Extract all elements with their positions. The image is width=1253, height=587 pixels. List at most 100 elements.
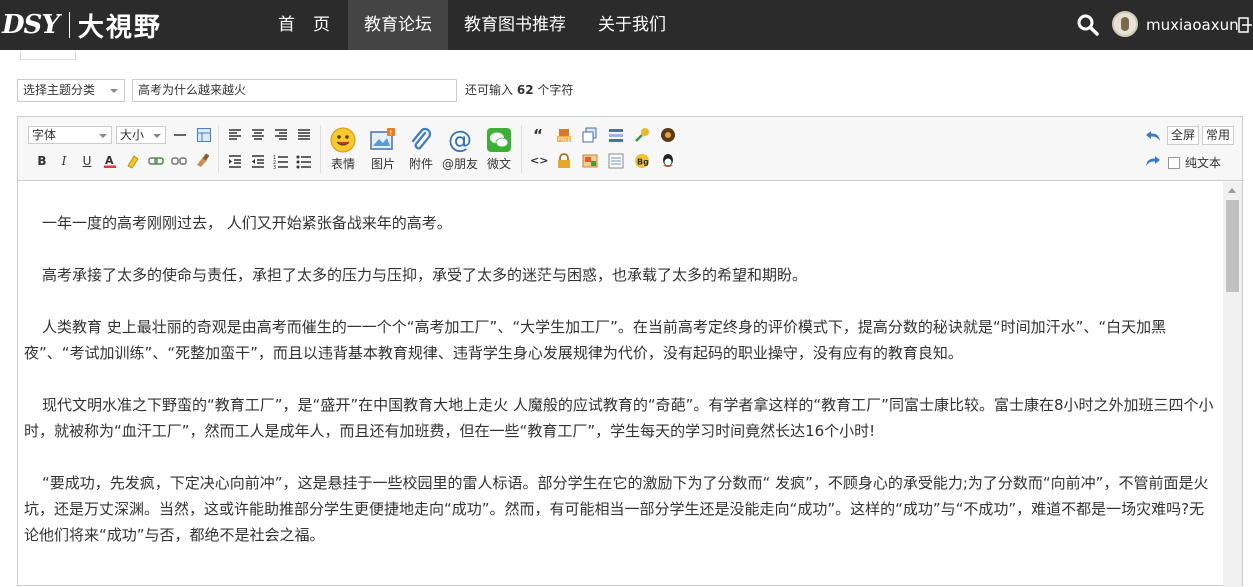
svg-text:!: ! [390, 129, 393, 137]
media-icon[interactable] [660, 127, 676, 143]
font-family-select[interactable]: 字体 [28, 126, 112, 144]
undo-icon[interactable] [1145, 128, 1161, 144]
font-size-label: 大小 [120, 128, 145, 142]
paperclip-icon [411, 127, 432, 150]
nav-item-forum[interactable]: 教育论坛 [348, 0, 448, 50]
emoji-label: 表情 [330, 157, 355, 171]
logo-chinese: 大視野 [77, 12, 162, 43]
scroll-up-icon[interactable] [1228, 188, 1236, 193]
wechat-icon [487, 128, 511, 152]
user-avatar[interactable] [1112, 11, 1138, 37]
category-select-label: 选择主题分类 [23, 83, 96, 97]
table-icon[interactable] [196, 127, 212, 143]
weixin-button[interactable]: 微文 [481, 127, 517, 172]
content-paragraph: 现代文明水准之下野蛮的“教育工厂”，是“盛开”在中国教育大地上走火 人魔般的应试… [24, 396, 1214, 440]
common-button[interactable]: 常用 [1202, 126, 1235, 145]
copy-icon[interactable] [582, 127, 598, 143]
redo-icon[interactable] [1145, 153, 1161, 169]
background-icon[interactable]: Bg [634, 153, 650, 169]
nav-item-about[interactable]: 关于我们 [582, 0, 682, 50]
free-icon[interactable]: FREE [556, 127, 572, 143]
highlight-icon[interactable] [125, 153, 141, 169]
align-left-icon[interactable] [227, 127, 243, 143]
content-paragraph: 高考承接了太多的使命与责任，承担了太多的压力与压抑，承受了太多的迷茫与困惑，也承… [42, 266, 808, 284]
content-paragraph: “要成功，先发疯，下定决心向前冲”，这是悬挂于一些校园里的雷人标语。部分学生在它… [24, 474, 1209, 544]
image-button[interactable]: ! 图片 [365, 127, 401, 172]
chevron-down-icon [110, 89, 118, 93]
logo-latin: DSY [2, 10, 60, 40]
toolbar-divider [320, 125, 321, 173]
plain-text-checkbox[interactable] [1168, 156, 1180, 169]
font-family-label: 字体 [32, 128, 57, 142]
tab-indicator [20, 50, 76, 60]
lock-icon[interactable] [556, 153, 572, 169]
attachment-button[interactable]: 附件 [403, 127, 439, 172]
logout-icon[interactable] [1238, 17, 1252, 33]
at-icon: @ [448, 127, 472, 153]
editor-content[interactable]: 一年一度的高考刚刚过去， 人们又开始紧张备战来年的高考。 高考承接了太多的使命与… [18, 182, 1223, 582]
category-select[interactable]: 选择主题分类 [17, 79, 125, 102]
align-right-icon[interactable] [273, 127, 289, 143]
image-icon: ! [370, 128, 395, 150]
logo-divider [68, 12, 70, 38]
content-paragraph: 一年一度的高考刚刚过去， 人们又开始紧张备战来年的高考。 [42, 214, 452, 232]
top-navbar: DSY 大視野 首页 教育论坛 教育图书推荐 关于我们 muxiaoaxun [0, 0, 1253, 50]
svg-text:A: A [105, 154, 114, 167]
search-icon[interactable] [1076, 13, 1100, 37]
page-break-icon[interactable] [608, 153, 624, 169]
unordered-list-icon[interactable] [296, 153, 312, 169]
fullscreen-button[interactable]: 全屏 [1167, 126, 1200, 145]
plain-text-toggle[interactable]: 纯文本 [1168, 154, 1221, 171]
toolbar-divider [218, 125, 219, 173]
align-center-icon[interactable] [250, 127, 266, 143]
chevron-down-icon [153, 134, 161, 138]
outdent-icon[interactable] [250, 153, 266, 169]
bold-icon[interactable]: B [34, 153, 50, 169]
image-gallery-icon[interactable] [582, 153, 598, 169]
italic-icon[interactable]: I [56, 153, 72, 169]
font-color-icon[interactable]: A [102, 153, 118, 169]
clear-format-icon[interactable] [195, 153, 211, 169]
qq-icon[interactable] [660, 153, 676, 169]
horizontal-rule-icon[interactable] [172, 127, 188, 143]
attachment-label: 附件 [408, 157, 433, 171]
indent-icon[interactable] [227, 153, 243, 169]
editor-scrollbar[interactable] [1223, 182, 1242, 587]
align-justify-icon[interactable] [296, 127, 312, 143]
underline-icon[interactable]: U [79, 153, 95, 169]
unlink-icon[interactable] [171, 153, 187, 169]
mention-label: @朋友 [441, 157, 478, 171]
main-nav: 首页 教育论坛 教育图书推荐 关于我们 [262, 0, 682, 50]
ordered-list-icon[interactable]: 123 [273, 153, 289, 169]
remaining-count: 62 [516, 83, 534, 97]
remaining-suffix: 个字符 [537, 83, 574, 97]
quote-icon[interactable]: “ [530, 127, 546, 143]
plain-text-label: 纯文本 [1185, 156, 1222, 170]
emoji-icon [330, 127, 356, 153]
nav-item-home[interactable]: 首页 [262, 0, 348, 50]
svg-text:FREE: FREE [558, 138, 571, 144]
code-icon[interactable]: <> [530, 153, 548, 169]
list-insert-icon[interactable] [608, 127, 624, 143]
svg-text:3: 3 [273, 165, 276, 169]
svg-text:Bg: Bg [637, 158, 649, 167]
image-label: 图片 [370, 157, 395, 171]
key-icon[interactable] [634, 127, 650, 143]
font-size-select[interactable]: 大小 [116, 126, 166, 144]
nav-item-books[interactable]: 教育图书推荐 [448, 0, 582, 50]
link-icon[interactable] [148, 153, 164, 169]
title-input[interactable]: 高考为什么越来越火 [132, 79, 457, 102]
remaining-prefix: 还可输入 [465, 83, 514, 97]
remaining-chars: 还可输入 62 个字符 [465, 79, 573, 102]
content-paragraph: 人类教育 史上最壮丽的奇观是由高考而催生的一一个个“高考加工厂”、“大学生加工厂… [24, 318, 1167, 362]
mention-button[interactable]: @ @朋友 [440, 127, 480, 172]
svg-text:@: @ [448, 127, 472, 153]
scrollbar-thumb[interactable] [1226, 200, 1239, 292]
toolbar-divider [521, 125, 522, 173]
site-logo[interactable]: DSY 大視野 [2, 6, 162, 44]
username[interactable]: muxiaoaxun [1146, 0, 1239, 50]
editor-toolbar: 字体 大小 B I U A 123 表情 ! 图片 附件 @ @朋友 微文 “ … [18, 117, 1242, 181]
weixin-label: 微文 [486, 157, 511, 171]
emoji-button[interactable]: 表情 [325, 127, 361, 172]
chevron-down-icon [99, 134, 107, 138]
